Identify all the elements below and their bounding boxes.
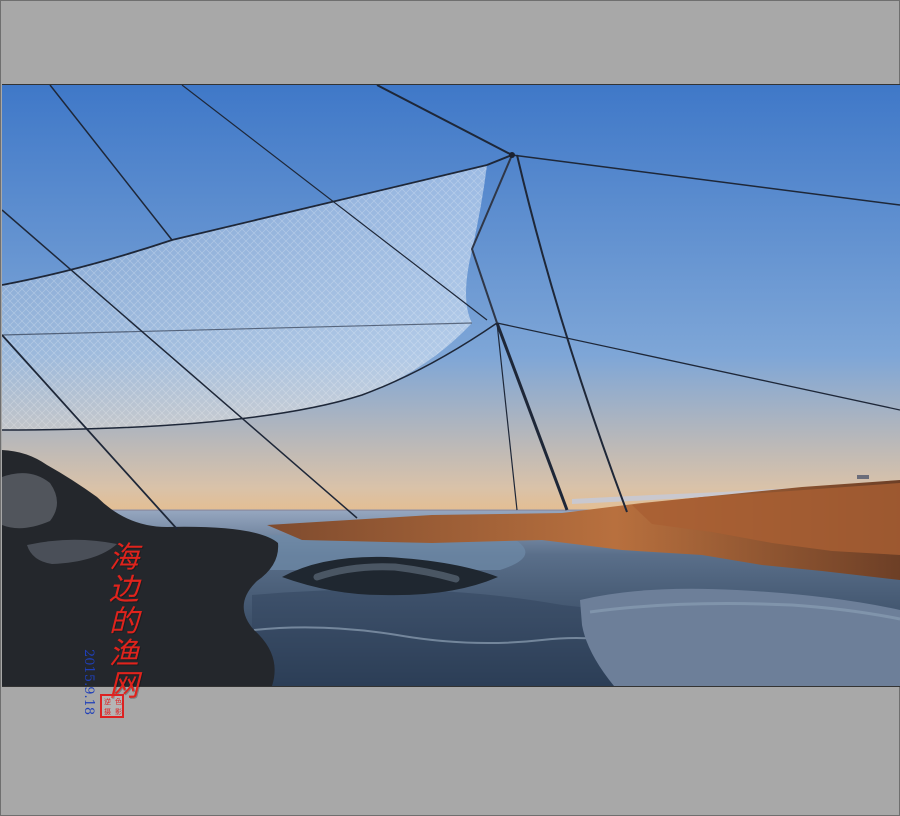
rope-knot [509, 152, 515, 158]
photo-frame: 海边的渔网 2015.9.18 逆 色 摄 影 [0, 0, 900, 816]
bridge-sign [857, 475, 869, 479]
seal-char-3: 摄 [104, 708, 111, 716]
calligraphy-title: 海边的渔网 [103, 541, 138, 701]
seal-char-4: 影 [115, 708, 122, 716]
seal-stamp: 逆 色 摄 影 [100, 694, 124, 718]
photo-date: 2015.9.18 [81, 649, 96, 716]
seal-char-2: 色 [115, 698, 122, 706]
seal-char-1: 逆 [104, 698, 111, 706]
